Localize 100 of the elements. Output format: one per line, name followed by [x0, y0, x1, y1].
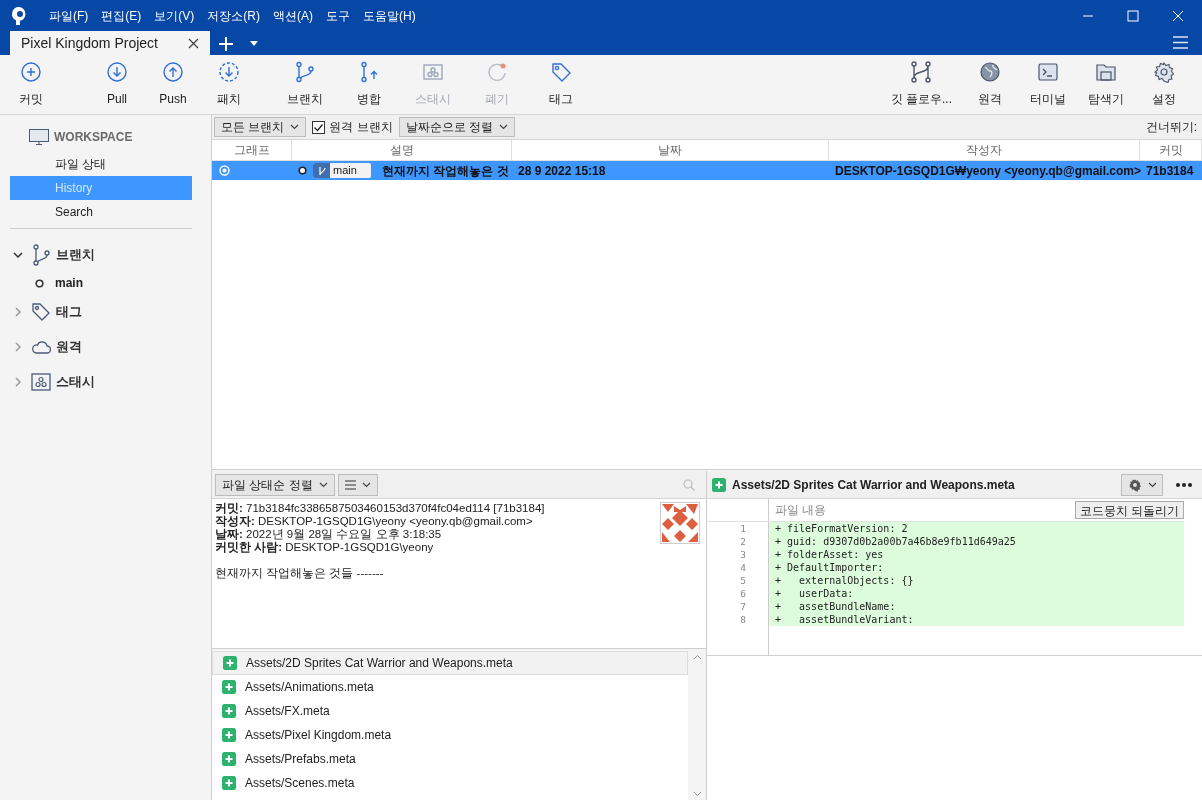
column-header[interactable]: 설명 — [292, 140, 512, 160]
sort-dropdown[interactable]: 날짜순으로 정렬 — [398, 117, 516, 137]
commit-row[interactable]: main 현재까지 작업해놓은 것 28 9 2022 15:18 DESKTOP-1GSQD1G₩yeony <yeony.qb@gmail.com> 71b3184 — [212, 161, 1202, 180]
terminal-icon — [1037, 61, 1059, 83]
scrollbar[interactable] — [688, 651, 706, 800]
checkbox[interactable] — [312, 120, 326, 134]
toolbar-button[interactable]: 설정 — [1136, 61, 1192, 108]
download-icon — [106, 61, 128, 83]
scroll-down-icon[interactable] — [692, 791, 702, 797]
toolbar-button[interactable]: 깃 플로우... — [882, 61, 960, 108]
toolbar-button[interactable]: 병합 — [341, 61, 397, 108]
toolbar-button[interactable]: 커밋 — [3, 61, 59, 108]
sidebar-section[interactable]: 원격 — [56, 336, 82, 357]
merge-icon — [358, 61, 380, 83]
scroll-up-icon[interactable] — [692, 654, 702, 660]
branch-icon — [294, 61, 316, 83]
menu-item[interactable]: 저장소(R) — [201, 6, 266, 25]
tag-icon — [31, 301, 51, 322]
menu-icon[interactable] — [1173, 36, 1188, 49]
plus-circle-icon — [20, 61, 42, 83]
toolbar-button[interactable]: 태그 — [533, 61, 589, 108]
settings-icon — [1127, 477, 1142, 492]
file-row[interactable]: Assets/FX.meta — [212, 699, 688, 723]
commit-detail: 작성자: DESKTOP-1GSQD1G\yeony <yeony.qb@gmail.com> — [215, 515, 534, 528]
table-cell-text: 71b3184 — [1145, 162, 1195, 180]
close-icon[interactable] — [188, 37, 199, 49]
chevron-icon[interactable] — [13, 249, 23, 260]
column-header[interactable]: 날짜 — [512, 140, 829, 160]
file-row[interactable]: Assets/Pixel Kingdom.meta — [212, 723, 688, 747]
maximize-icon[interactable] — [1127, 9, 1139, 22]
fetch-icon — [218, 61, 240, 83]
monitor-icon — [29, 128, 49, 146]
more-icon[interactable] — [1176, 482, 1192, 487]
settings-dropdown[interactable] — [1121, 473, 1163, 496]
column-header[interactable]: 커밋 — [1140, 140, 1202, 160]
stash-icon — [422, 61, 444, 83]
dropdown-icon[interactable] — [250, 41, 258, 46]
branch-icon — [317, 165, 326, 176]
sidebar-item[interactable]: main — [55, 274, 83, 292]
menu-item[interactable]: 파일(F) — [43, 6, 95, 25]
avatar-icon — [660, 502, 700, 544]
view-options-dropdown[interactable] — [337, 473, 378, 496]
added-icon — [223, 656, 237, 670]
column-header[interactable]: 그래프 — [212, 140, 292, 160]
toolbar-button[interactable]: Push — [145, 61, 201, 108]
file-row[interactable]: Assets/Animations.meta — [212, 675, 688, 699]
stash-icon — [31, 372, 51, 391]
repository-tab[interactable]: Pixel Kingdom Project — [10, 31, 210, 55]
settings-icon — [1153, 61, 1175, 83]
branch-icon — [31, 243, 51, 266]
added-icon — [222, 752, 236, 766]
table-cell-text: 28 9 2022 15:18 — [517, 162, 607, 180]
refresh-icon — [486, 61, 508, 83]
toolbar-button[interactable]: 패치 — [201, 61, 257, 108]
hunk-title: 파일 내용 — [775, 502, 827, 519]
branch-dot-icon — [298, 166, 307, 175]
sidebar-item[interactable]: 파일 상태 — [10, 152, 192, 176]
branch-filter-dropdown[interactable]: 모든 브랜치 — [214, 117, 307, 137]
added-icon — [222, 704, 236, 718]
file-row[interactable]: Assets/Prefabs.meta — [212, 747, 688, 771]
toolbar-button[interactable]: 브랜치 — [277, 61, 333, 108]
caret-icon — [361, 481, 371, 488]
commit-detail: 커밋한 사람: DESKTOP-1GSQD1G\yeony — [215, 541, 435, 554]
column-header[interactable]: 작성자 — [829, 140, 1140, 160]
caret-icon — [1147, 481, 1157, 488]
table-cell-text: DESKTOP-1GSQD1G₩yeony <yeony.qb@gmail.com> — [834, 162, 1140, 180]
upload-icon — [162, 61, 184, 83]
file-row[interactable]: Assets/Scenes.meta — [212, 771, 688, 795]
revert-hunk-button[interactable]: 코드뭉치 되돌리기 — [1074, 501, 1184, 519]
toolbar-button[interactable]: Pull — [89, 61, 145, 108]
toolbar-button[interactable]: 원격 — [962, 61, 1018, 108]
file-row[interactable]: Assets/2D Sprites Cat Warrior and Weapons.meta — [212, 651, 688, 675]
toolbar-button[interactable]: 터미널 — [1020, 61, 1076, 108]
sidebar-item[interactable]: Search — [10, 200, 192, 224]
caret-icon — [318, 481, 328, 488]
sidebar-section[interactable]: 스태시 — [56, 371, 95, 392]
diff-file-name: Assets/2D Sprites Cat Warrior and Weapons.meta — [732, 476, 1015, 494]
menu-item[interactable]: 액션(A) — [267, 6, 319, 25]
menu-item[interactable]: 도구 — [320, 6, 356, 25]
section-title: WORKSPACE — [54, 129, 133, 146]
cloud-icon — [31, 339, 51, 354]
added-icon — [712, 477, 726, 492]
menu-item[interactable]: 편집(E) — [95, 6, 148, 25]
globe-icon — [979, 61, 1001, 83]
checkbox-label: 원격 브랜치 — [329, 119, 393, 136]
tag-icon — [550, 61, 572, 83]
toolbar-button[interactable]: 탐색기 — [1078, 61, 1134, 108]
sidebar-section[interactable]: 브랜치 — [56, 244, 95, 265]
commit-message: 현재까지 작업해놓은 것 — [382, 162, 509, 180]
menu-item[interactable]: 보기(V) — [148, 6, 201, 25]
folder-icon — [1095, 61, 1117, 83]
jump-label: 건너뛰기: — [1145, 119, 1197, 136]
added-icon — [222, 776, 236, 790]
add-tab-icon[interactable] — [219, 37, 233, 51]
app-logo — [11, 5, 27, 26]
sidebar-section[interactable]: 태그 — [56, 301, 82, 322]
commit-detail: 날짜: 2022년 9월 28일 수요일 오후 3:18:35 — [215, 528, 443, 541]
sort-dropdown[interactable]: 파일 상태순 정렬 — [215, 473, 335, 496]
menu-item[interactable]: 도움말(H) — [357, 6, 422, 25]
list-icon — [344, 479, 356, 490]
